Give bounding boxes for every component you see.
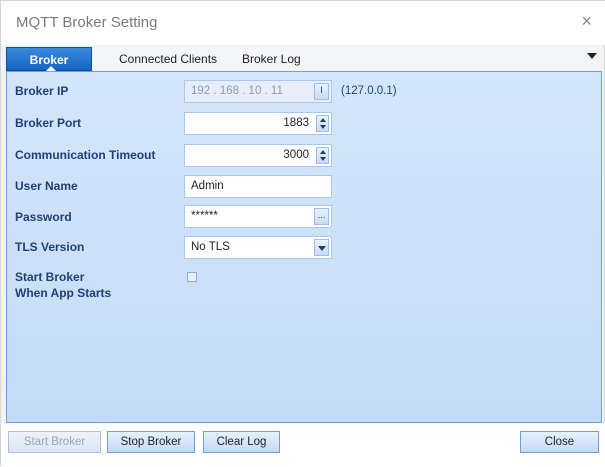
timeout-spin-icon[interactable] bbox=[316, 147, 329, 164]
close-button[interactable]: Close bbox=[520, 431, 599, 453]
tab-broker-setting[interactable]: Broker Setting bbox=[6, 47, 92, 91]
start-broker-checkbox[interactable] bbox=[187, 272, 197, 282]
password-field[interactable]: ****** ... bbox=[184, 205, 332, 228]
broker-port-spin-icon[interactable] bbox=[316, 115, 329, 132]
user-name-field[interactable]: Admin bbox=[184, 175, 332, 198]
start-broker-label-line1: Start Broker bbox=[15, 270, 85, 284]
tab-connected-clients[interactable]: Connected Clients bbox=[119, 47, 217, 71]
broker-settings-window: MQTT Broker Setting × Broker Setting Con… bbox=[0, 0, 605, 467]
broker-ip-value: 192 . 168 . 10 . 11 bbox=[191, 85, 283, 97]
timeout-value: 3000 bbox=[283, 149, 309, 161]
timeout-stepper[interactable]: 3000 bbox=[184, 144, 332, 167]
password-label: Password bbox=[15, 210, 72, 224]
tab-bar: Broker Setting Connected Clients Broker … bbox=[6, 47, 603, 91]
broker-ip-field[interactable]: 192 . 168 . 10 . 11 I bbox=[184, 80, 332, 103]
close-icon[interactable]: × bbox=[581, 11, 592, 32]
chevron-down-icon[interactable] bbox=[314, 239, 329, 256]
password-more-icon[interactable]: ... bbox=[314, 208, 329, 225]
clear-log-button[interactable]: Clear Log bbox=[203, 431, 280, 453]
tls-version-select[interactable]: No TLS bbox=[184, 236, 332, 259]
user-name-label: User Name bbox=[15, 179, 78, 193]
tab-menu-dropdown-icon[interactable] bbox=[587, 53, 597, 59]
start-broker-label-line2: When App Starts bbox=[15, 286, 112, 300]
broker-port-label: Broker Port bbox=[15, 116, 82, 130]
title-bar: MQTT Broker Setting × bbox=[1, 1, 605, 45]
ip-picker-icon[interactable]: I bbox=[314, 83, 329, 100]
user-name-value: Admin bbox=[191, 180, 224, 192]
stop-broker-button[interactable]: Stop Broker bbox=[107, 431, 195, 453]
tls-version-value: No TLS bbox=[191, 241, 230, 253]
settings-panel: Broker IP 192 . 168 . 10 . 11 I (127.0.0… bbox=[6, 71, 602, 423]
broker-port-value: 1883 bbox=[283, 117, 309, 129]
tab-broker-log[interactable]: Broker Log bbox=[242, 47, 301, 71]
start-broker-button[interactable]: Start Broker bbox=[8, 431, 101, 453]
broker-ip-hint: (127.0.0.1) bbox=[341, 85, 397, 97]
window-title: MQTT Broker Setting bbox=[16, 14, 158, 31]
broker-port-stepper[interactable]: 1883 bbox=[184, 112, 332, 135]
timeout-label: Communication Timeout bbox=[15, 148, 156, 162]
tls-version-label: TLS Version bbox=[15, 240, 85, 254]
broker-ip-label: Broker IP bbox=[15, 84, 69, 98]
password-value: ****** bbox=[191, 210, 218, 222]
